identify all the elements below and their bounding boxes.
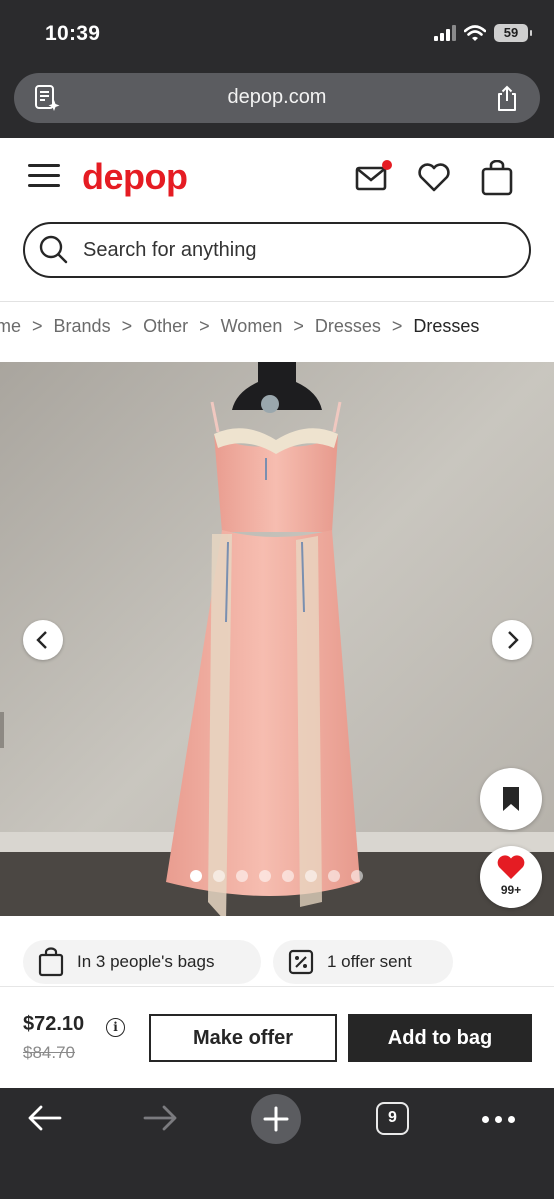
in-bags-text: In 3 people's bags: [77, 952, 215, 971]
wifi-icon: [464, 24, 486, 41]
like-button[interactable]: 99+: [480, 846, 542, 908]
gallery-dot[interactable]: [351, 870, 363, 882]
previous-image-button[interactable]: [23, 620, 63, 660]
bag-icon[interactable]: [480, 160, 514, 196]
original-price: $84.70: [23, 1043, 75, 1062]
add-to-bag-button[interactable]: Add to bag: [348, 1014, 532, 1062]
menu-icon[interactable]: [28, 164, 60, 188]
chevron-right-icon: >: [293, 316, 304, 336]
breadcrumb-brands[interactable]: Brands: [54, 316, 111, 337]
breadcrumb-home[interactable]: ome: [0, 316, 21, 337]
search-input[interactable]: [83, 224, 503, 276]
current-price: $72.10: [23, 1013, 85, 1035]
gallery-dot[interactable]: [190, 870, 202, 882]
heart-filled-icon: [497, 855, 525, 879]
status-time: 10:39: [45, 22, 101, 45]
breadcrumb-dresses[interactable]: Dresses: [315, 316, 381, 337]
address-bar[interactable]: depop.com: [14, 73, 540, 123]
gallery-pagination[interactable]: [190, 870, 363, 882]
chevron-left-icon: [36, 631, 47, 649]
chevron-right-icon: >: [391, 316, 403, 336]
url-text[interactable]: depop.com: [14, 86, 540, 109]
battery-indicator: 59: [494, 24, 532, 42]
gallery-dot[interactable]: [213, 870, 225, 882]
info-icon[interactable]: i: [106, 1018, 125, 1037]
gallery-dot[interactable]: [236, 870, 248, 882]
bookmark-icon: [503, 787, 519, 811]
product-gallery[interactable]: 99+: [0, 362, 554, 916]
purchase-bar: $72.10 i $84.70 Make offer Add to bag: [0, 986, 554, 1088]
offers-text: 1 offer sent: [327, 952, 412, 971]
breadcrumb: ome > Brands > Other > Women > Dresses >…: [0, 316, 479, 337]
breadcrumb-women[interactable]: Women: [221, 316, 283, 337]
product-photo: [0, 362, 554, 916]
new-tab-button[interactable]: [251, 1094, 301, 1144]
tab-switcher-button[interactable]: 9: [376, 1102, 409, 1135]
like-count: 99+: [500, 883, 522, 897]
status-icons: 59: [434, 24, 532, 42]
plus-icon: [263, 1106, 289, 1132]
percent-tag-icon: [288, 949, 314, 975]
offers-pill: 1 offer sent: [273, 940, 453, 984]
back-arrow-icon[interactable]: [27, 1104, 63, 1132]
search-icon: [39, 235, 68, 264]
notification-dot: [382, 160, 392, 170]
make-offer-button[interactable]: Make offer: [149, 1014, 337, 1062]
breadcrumb-other[interactable]: Other: [143, 316, 188, 337]
chevron-right-icon: >: [32, 316, 43, 336]
browser-bottom-toolbar: 9: [0, 1088, 554, 1199]
chevron-right-icon: >: [121, 316, 133, 336]
breadcrumb-current: Dresses: [413, 316, 480, 336]
next-image-button[interactable]: [492, 620, 532, 660]
share-icon[interactable]: [494, 84, 520, 112]
in-bags-pill: In 3 people's bags: [23, 940, 261, 984]
depop-logo[interactable]: depop: [82, 156, 188, 198]
gallery-dot[interactable]: [328, 870, 340, 882]
forward-arrow-icon[interactable]: [142, 1104, 178, 1132]
chevron-right-icon: >: [199, 316, 210, 336]
gallery-dot[interactable]: [282, 870, 294, 882]
site-header: depop: [0, 138, 554, 302]
gallery-dot[interactable]: [259, 870, 271, 882]
heart-icon[interactable]: [416, 162, 452, 194]
gallery-dot[interactable]: [305, 870, 317, 882]
bag-icon: [38, 947, 64, 977]
save-button[interactable]: [480, 768, 542, 830]
search-bar[interactable]: [23, 222, 531, 278]
cellular-signal-icon: [434, 25, 456, 41]
browser-top-bar: 10:39 59 depop.com: [0, 0, 554, 138]
more-options-icon[interactable]: [482, 1116, 515, 1123]
chevron-right-icon: [508, 631, 519, 649]
